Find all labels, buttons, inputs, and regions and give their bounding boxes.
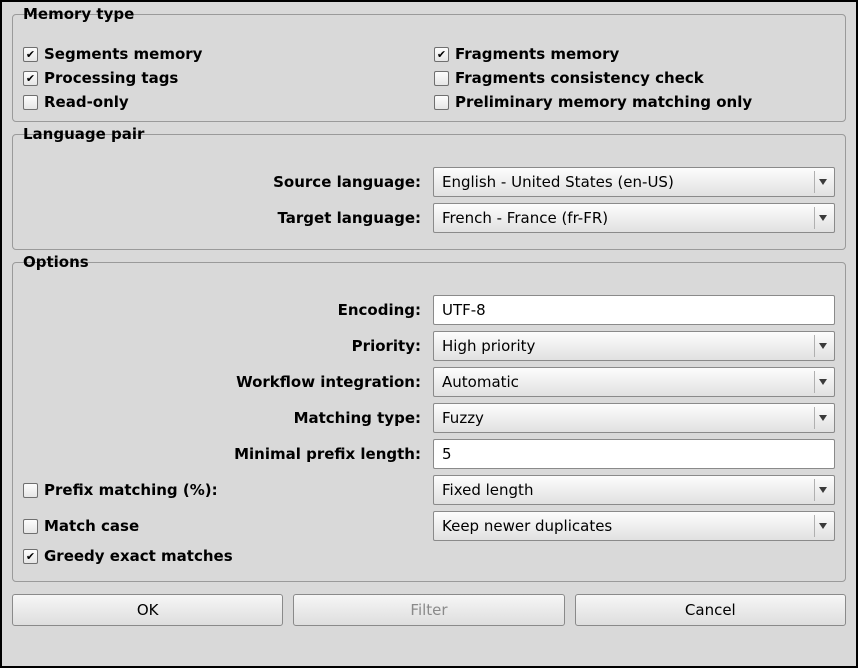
filter-button[interactable]: Filter bbox=[293, 594, 564, 626]
source-language-row: Source language: English - United States… bbox=[23, 167, 835, 197]
match-case-label: Match case bbox=[44, 517, 139, 535]
prefix-matching-checkbox[interactable] bbox=[23, 483, 38, 498]
checkbox-icon bbox=[23, 95, 38, 110]
memory-type-group: Memory type Segments memory Fragments me… bbox=[12, 14, 846, 122]
matching-type-select[interactable]: Fuzzy bbox=[433, 403, 835, 433]
greedy-label: Greedy exact matches bbox=[44, 547, 233, 565]
checkbox-icon bbox=[434, 95, 449, 110]
check-label: Preliminary memory matching only bbox=[455, 93, 752, 111]
prefix-matching-select[interactable]: Fixed length bbox=[433, 475, 835, 505]
processing-tags-check[interactable]: Processing tags bbox=[23, 69, 424, 87]
matching-type-row: Matching type: Fuzzy bbox=[23, 403, 835, 433]
check-label: Processing tags bbox=[44, 69, 178, 87]
segments-memory-check[interactable]: Segments memory bbox=[23, 45, 424, 63]
dialog-window: Memory type Segments memory Fragments me… bbox=[0, 0, 858, 668]
workflow-select[interactable]: Automatic bbox=[433, 367, 835, 397]
min-prefix-row: Minimal prefix length: bbox=[23, 439, 835, 469]
prefix-matching-label: Prefix matching (%): bbox=[44, 481, 218, 499]
fragments-consistency-check[interactable]: Fragments consistency check bbox=[434, 69, 835, 87]
chevron-down-icon bbox=[814, 335, 830, 357]
select-value: Fuzzy bbox=[442, 409, 484, 427]
select-value: Fixed length bbox=[442, 481, 533, 499]
match-case-row: Match case Keep newer duplicates bbox=[23, 511, 835, 541]
button-label: Cancel bbox=[685, 601, 736, 619]
select-value: Automatic bbox=[442, 373, 519, 391]
greedy-row: Greedy exact matches bbox=[23, 547, 835, 565]
greedy-checkbox[interactable] bbox=[23, 549, 38, 564]
source-language-label: Source language: bbox=[23, 173, 423, 191]
min-prefix-input[interactable] bbox=[433, 439, 835, 469]
check-label: Segments memory bbox=[44, 45, 202, 63]
button-label: Filter bbox=[410, 601, 447, 619]
target-language-select[interactable]: French - France (fr-FR) bbox=[433, 203, 835, 233]
target-language-row: Target language: French - France (fr-FR) bbox=[23, 203, 835, 233]
check-label: Read-only bbox=[44, 93, 129, 111]
duplicates-select[interactable]: Keep newer duplicates bbox=[433, 511, 835, 541]
workflow-row: Workflow integration: Automatic bbox=[23, 367, 835, 397]
select-value: Keep newer duplicates bbox=[442, 517, 612, 535]
preliminary-matching-check[interactable]: Preliminary memory matching only bbox=[434, 93, 835, 111]
fragments-memory-check[interactable]: Fragments memory bbox=[434, 45, 835, 63]
checkbox-icon bbox=[23, 71, 38, 86]
select-value: French - France (fr-FR) bbox=[442, 209, 608, 227]
chevron-down-icon bbox=[814, 407, 830, 429]
chevron-down-icon bbox=[814, 171, 830, 193]
prefix-matching-row: Prefix matching (%): Fixed length bbox=[23, 475, 835, 505]
checkbox-icon bbox=[434, 47, 449, 62]
priority-label: Priority: bbox=[23, 337, 423, 355]
chevron-down-icon bbox=[814, 371, 830, 393]
cancel-button[interactable]: Cancel bbox=[575, 594, 846, 626]
chevron-down-icon bbox=[814, 479, 830, 501]
target-language-label: Target language: bbox=[23, 209, 423, 227]
matching-type-label: Matching type: bbox=[23, 409, 423, 427]
encoding-label: Encoding: bbox=[23, 301, 423, 319]
checkbox-icon bbox=[23, 47, 38, 62]
options-group: Options Encoding: Priority: High priorit… bbox=[12, 262, 846, 582]
read-only-check[interactable]: Read-only bbox=[23, 93, 424, 111]
priority-row: Priority: High priority bbox=[23, 331, 835, 361]
language-pair-group: Language pair Source language: English -… bbox=[12, 134, 846, 250]
memory-type-grid: Segments memory Fragments memory Process… bbox=[23, 41, 835, 111]
encoding-row: Encoding: bbox=[23, 295, 835, 325]
priority-select[interactable]: High priority bbox=[433, 331, 835, 361]
chevron-down-icon bbox=[814, 515, 830, 537]
button-bar: OK Filter Cancel bbox=[12, 594, 846, 626]
source-language-select[interactable]: English - United States (en-US) bbox=[433, 167, 835, 197]
check-label: Fragments memory bbox=[455, 45, 619, 63]
select-value: High priority bbox=[442, 337, 535, 355]
workflow-label: Workflow integration: bbox=[23, 373, 423, 391]
check-label: Fragments consistency check bbox=[455, 69, 704, 87]
chevron-down-icon bbox=[814, 207, 830, 229]
min-prefix-label: Minimal prefix length: bbox=[23, 445, 423, 463]
select-value: English - United States (en-US) bbox=[442, 173, 674, 191]
encoding-input[interactable] bbox=[433, 295, 835, 325]
button-label: OK bbox=[137, 601, 159, 619]
ok-button[interactable]: OK bbox=[12, 594, 283, 626]
match-case-checkbox[interactable] bbox=[23, 519, 38, 534]
checkbox-icon bbox=[434, 71, 449, 86]
